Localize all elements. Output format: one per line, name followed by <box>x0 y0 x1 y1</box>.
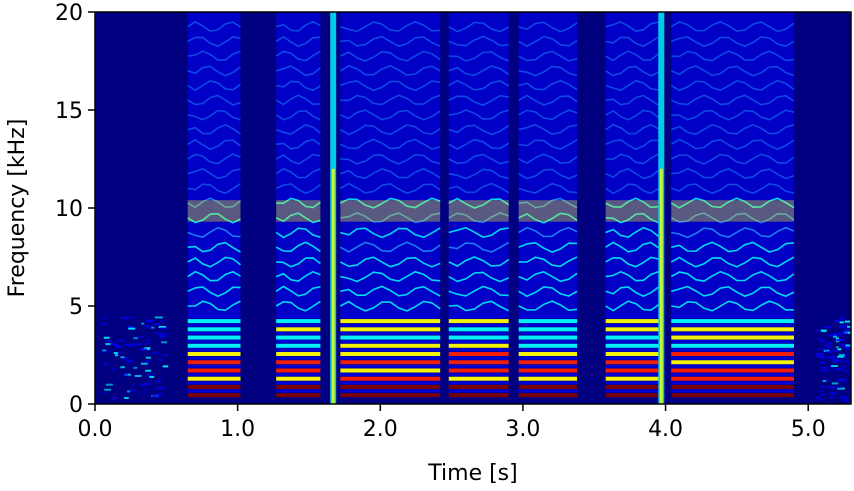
x-tick-label: 4.0 <box>648 417 683 442</box>
voiced-segment <box>448 12 510 398</box>
y-tick-label: 0 <box>69 393 83 418</box>
y-axis: 0 5 10 15 20 <box>55 1 95 418</box>
x-tick-label: 5.0 <box>791 417 826 442</box>
spectrogram-figure: 0.0 1.0 2.0 3.0 4.0 5.0 0 5 10 15 20 Time [s] Fre… <box>0 0 854 491</box>
x-tick-label: 2.0 <box>363 417 398 442</box>
y-tick-label: 5 <box>69 295 83 320</box>
y-tick-label: 10 <box>55 197 83 222</box>
y-tick-label: 20 <box>55 1 83 26</box>
y-tick-label: 15 <box>55 99 83 124</box>
spectrogram-marks <box>102 12 851 404</box>
spectrogram-chart: 0.0 1.0 2.0 3.0 4.0 5.0 0 5 10 15 20 Time [s] Fre… <box>5 1 852 486</box>
x-tick-label: 1.0 <box>220 417 255 442</box>
x-tick-label: 3.0 <box>505 417 540 442</box>
x-axis: 0.0 1.0 2.0 3.0 4.0 5.0 <box>78 404 826 442</box>
voiced-segment <box>670 12 795 398</box>
x-tick-label: 0.0 <box>78 417 113 442</box>
broadband-event <box>330 12 337 404</box>
voiced-segment <box>605 12 659 398</box>
plot-area <box>95 12 851 404</box>
voiced-segment <box>275 12 321 398</box>
voiced-segment <box>187 12 241 398</box>
y-axis-label: Frequency [kHz] <box>5 119 30 298</box>
voiced-segment <box>339 12 441 398</box>
x-axis-label: Time [s] <box>427 461 517 486</box>
broadband-event <box>658 12 665 404</box>
voiced-segment <box>518 12 578 398</box>
